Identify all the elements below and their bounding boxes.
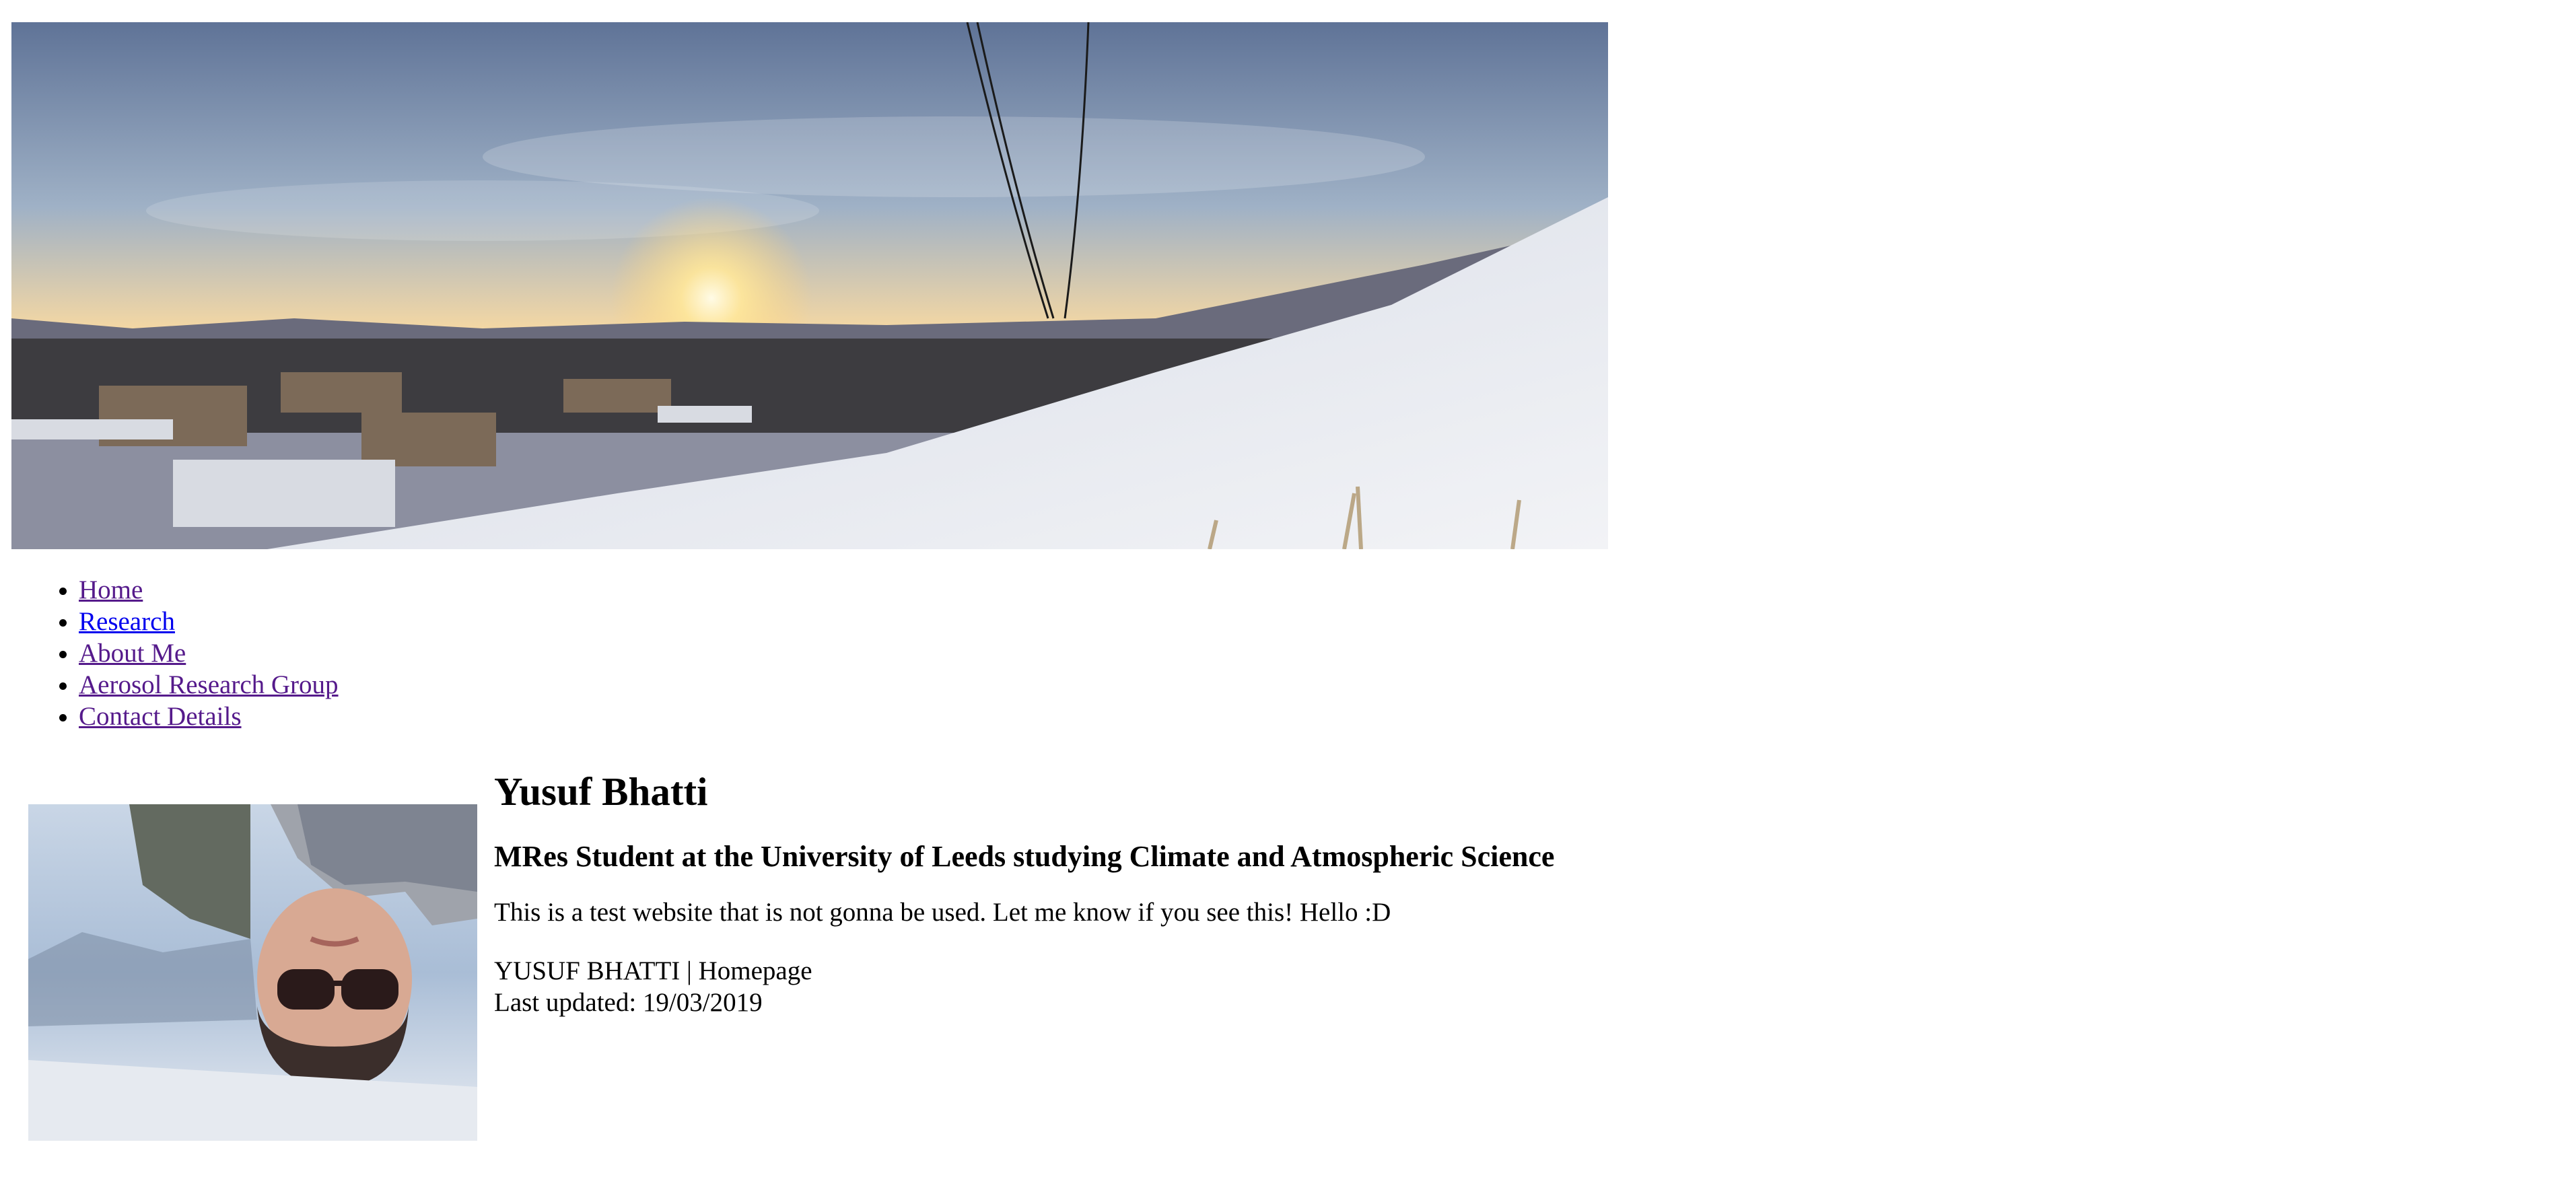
footer-title: YUSUF BHATTI | Homepage — [494, 956, 812, 985]
nav-item-about-me: About Me — [79, 637, 339, 669]
nav-item-contact-details: Contact Details — [79, 701, 339, 732]
banner-image — [11, 22, 1608, 549]
main-nav: Home Research About Me Aerosol Research … — [0, 574, 339, 732]
last-updated: Last updated: 19/03/2019 — [494, 988, 763, 1017]
nav-link-contact-details[interactable]: Contact Details — [79, 702, 242, 731]
nav-item-aerosol-research-group: Aerosol Research Group — [79, 669, 339, 701]
profile-photo — [28, 804, 477, 1141]
page-title: Yusuf Bhatti — [494, 769, 708, 814]
nav-link-research[interactable]: Research — [79, 607, 175, 636]
page-subtitle: MRes Student at the University of Leeds … — [494, 840, 1555, 873]
intro-text: This is a test website that is not gonna… — [494, 898, 1391, 927]
main-content: Yusuf Bhatti MRes Student at the Univers… — [494, 761, 2311, 1018]
nav-link-aerosol-research-group[interactable]: Aerosol Research Group — [79, 670, 339, 699]
nav-link-about-me[interactable]: About Me — [79, 639, 186, 668]
nav-link-home[interactable]: Home — [79, 575, 143, 604]
nav-item-home: Home — [79, 574, 339, 606]
nav-item-research: Research — [79, 606, 339, 637]
